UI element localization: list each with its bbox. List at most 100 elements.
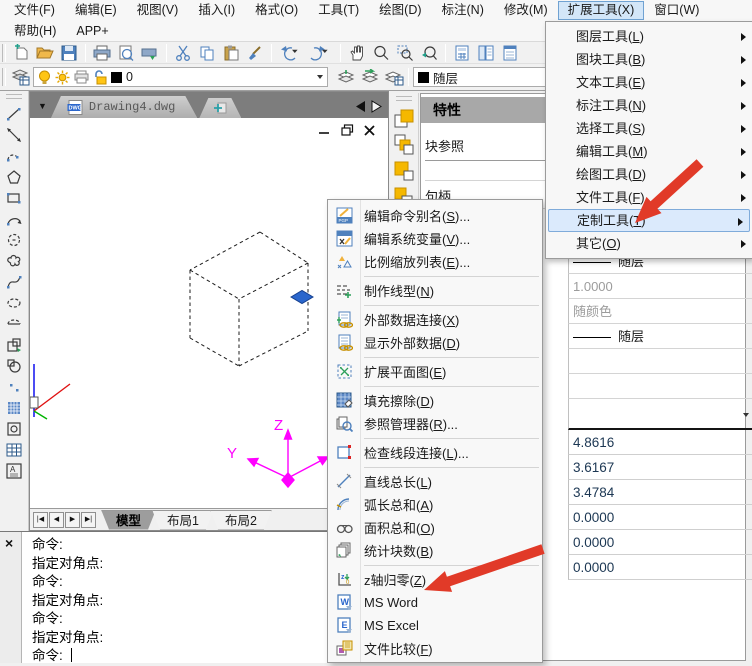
menubar-item[interactable]: 工具(T) xyxy=(308,1,369,20)
print-icon[interactable] xyxy=(90,43,114,63)
make-object-layer-current-icon[interactable] xyxy=(334,67,358,87)
copy-icon[interactable] xyxy=(195,43,219,63)
layer-tool-icon-3[interactable] xyxy=(392,159,416,185)
menubar-item[interactable]: 视图(V) xyxy=(127,1,189,20)
construction-line-icon[interactable] xyxy=(2,124,26,145)
menubar-item[interactable]: 标注(N) xyxy=(432,1,494,20)
new-icon[interactable] xyxy=(9,43,33,63)
geometry-value-row[interactable]: 3.4784 xyxy=(568,480,752,505)
grip-point[interactable] xyxy=(291,291,313,304)
menubar-item[interactable]: 帮助(H) xyxy=(4,22,66,41)
menu-item-external-data-link[interactable]: 外部数据连接(X) xyxy=(328,308,542,331)
menu-item-z-axis-zero[interactable]: z0 z轴归零(Z) xyxy=(328,568,542,591)
menu-item-ms-word[interactable]: W MS Word xyxy=(328,591,542,614)
open-icon[interactable] xyxy=(33,43,57,63)
line-icon[interactable] xyxy=(2,103,26,124)
extended-menu-item[interactable]: 编辑工具(M) xyxy=(546,140,752,163)
extended-menu-item[interactable]: 其它(O) xyxy=(546,232,752,255)
menu-item-show-external-data[interactable]: 显示外部数据(D) xyxy=(328,331,542,354)
menu-item-ms-excel[interactable]: E MS Excel xyxy=(328,614,542,637)
first-tab-icon[interactable]: |◀ xyxy=(33,512,48,528)
circle-icon[interactable] xyxy=(2,229,26,250)
property-value-row[interactable] xyxy=(568,349,752,374)
revision-cloud-icon[interactable] xyxy=(2,250,26,271)
extended-menu-item[interactable]: 图块工具(B) xyxy=(546,48,752,71)
table-icon[interactable] xyxy=(2,439,26,460)
arc-icon[interactable] xyxy=(2,208,26,229)
layer-combo-dropdown-icon[interactable] xyxy=(317,75,323,79)
pan-icon[interactable] xyxy=(345,43,369,63)
drawing-tab[interactable]: DWG Drawing4.dwg xyxy=(51,96,197,118)
tab-scroll-right-icon[interactable] xyxy=(370,100,382,113)
spline-icon[interactable] xyxy=(2,271,26,292)
menubar-item[interactable]: APP+ xyxy=(66,22,118,41)
menubar-item[interactable]: 插入(I) xyxy=(188,1,245,20)
command-history[interactable]: 命令:指定对角点:命令:指定对角点:命令:指定对角点:命令: xyxy=(32,536,103,666)
extended-menu-item[interactable]: 标注工具(N) xyxy=(546,94,752,117)
plot-icon[interactable] xyxy=(74,70,89,84)
make-block-icon[interactable] xyxy=(2,355,26,376)
properties-palette-icon[interactable] xyxy=(498,43,522,63)
prev-tab-icon[interactable]: ◀ xyxy=(49,512,64,528)
mtext-icon[interactable]: A xyxy=(2,460,26,481)
extended-menu-item[interactable]: 图层工具(L) xyxy=(546,25,752,48)
menu-item-check-segment-connection[interactable]: 检查线段连接(L)... xyxy=(328,441,542,464)
cut-icon[interactable] xyxy=(171,43,195,63)
unlock-icon[interactable] xyxy=(93,70,107,85)
ellipse-icon[interactable] xyxy=(2,292,26,313)
undo-icon[interactable] xyxy=(276,43,306,63)
command-close-icon[interactable]: × xyxy=(5,535,13,551)
menubar-item[interactable]: 绘图(D) xyxy=(369,1,431,20)
property-value-row[interactable]: 随层 xyxy=(568,324,752,349)
redo-icon[interactable] xyxy=(306,43,336,63)
quick-calc-icon[interactable] xyxy=(450,43,474,63)
bulb-on-icon[interactable] xyxy=(38,70,51,85)
layer-tool-icon-2[interactable] xyxy=(392,133,416,159)
color-combo[interactable]: 随层 xyxy=(413,67,563,87)
point-icon[interactable] xyxy=(2,376,26,397)
menubar-item[interactable]: 扩展工具(X) xyxy=(558,1,645,20)
layer-tool-icon-1[interactable] xyxy=(392,107,416,133)
section-dropdown-icon[interactable] xyxy=(743,413,749,417)
zoom-previous-icon[interactable] xyxy=(417,43,441,63)
menu-item-edit-command-alias[interactable]: PGP 编辑命令别名(S)... xyxy=(328,204,542,227)
polyline-icon[interactable] xyxy=(2,145,26,166)
menubar-item[interactable]: 编辑(E) xyxy=(65,1,127,20)
property-value-row[interactable] xyxy=(568,374,752,399)
close-icon[interactable] xyxy=(364,125,376,136)
polygon-icon[interactable] xyxy=(2,166,26,187)
menu-item-make-linetype[interactable]: 制作线型(N) xyxy=(328,279,542,302)
geometry-value-row[interactable]: 4.8616 xyxy=(568,430,752,455)
menu-item-area-sum[interactable]: 面积总和(O) xyxy=(328,516,542,539)
restore-icon[interactable] xyxy=(341,124,354,136)
publish-icon[interactable] xyxy=(138,43,162,63)
tab-scroll-left-icon[interactable] xyxy=(355,100,367,113)
menubar-item[interactable]: 窗口(W) xyxy=(644,1,709,20)
menubar-item[interactable]: 格式(O) xyxy=(245,1,308,20)
sun-icon[interactable] xyxy=(55,70,70,85)
layer-combo[interactable]: 0 xyxy=(33,67,328,87)
menu-item-file-compare[interactable]: 文件比较(F) xyxy=(328,637,542,660)
geometry-value-row[interactable]: 0.0000 xyxy=(568,505,752,530)
geometry-value-row[interactable]: 0.0000 xyxy=(568,555,752,580)
insert-block-icon[interactable] xyxy=(2,334,26,355)
menubar-item[interactable]: 文件(F) xyxy=(4,1,65,20)
property-value-row[interactable]: 随颜色 xyxy=(568,299,752,324)
menu-item-extended-plan[interactable]: 扩展平面图(E) xyxy=(328,360,542,383)
extended-menu-item[interactable]: 绘图工具(D) xyxy=(546,163,752,186)
geometry-value-row[interactable]: 3.6167 xyxy=(568,455,752,480)
rectangle-icon[interactable] xyxy=(2,187,26,208)
tool-palettes-icon[interactable] xyxy=(474,43,498,63)
zoom-realtime-icon[interactable] xyxy=(369,43,393,63)
menu-item-scale-list[interactable]: 比例缩放列表(E)... xyxy=(328,250,542,273)
tab-list-dropdown-icon[interactable]: ▼ xyxy=(38,101,47,111)
paste-icon[interactable] xyxy=(219,43,243,63)
extended-menu-item[interactable]: 文本工具(E) xyxy=(546,71,752,94)
minimize-icon[interactable] xyxy=(318,125,331,136)
menu-item-count-blocks[interactable]: 统计块数(B) xyxy=(328,539,542,562)
menubar-item[interactable]: 修改(M) xyxy=(494,1,558,20)
ellipse-arc-icon[interactable] xyxy=(2,313,26,334)
layer-previous-icon[interactable] xyxy=(358,67,382,87)
layer-states-icon[interactable] xyxy=(382,67,406,87)
zoom-window-icon[interactable] xyxy=(393,43,417,63)
